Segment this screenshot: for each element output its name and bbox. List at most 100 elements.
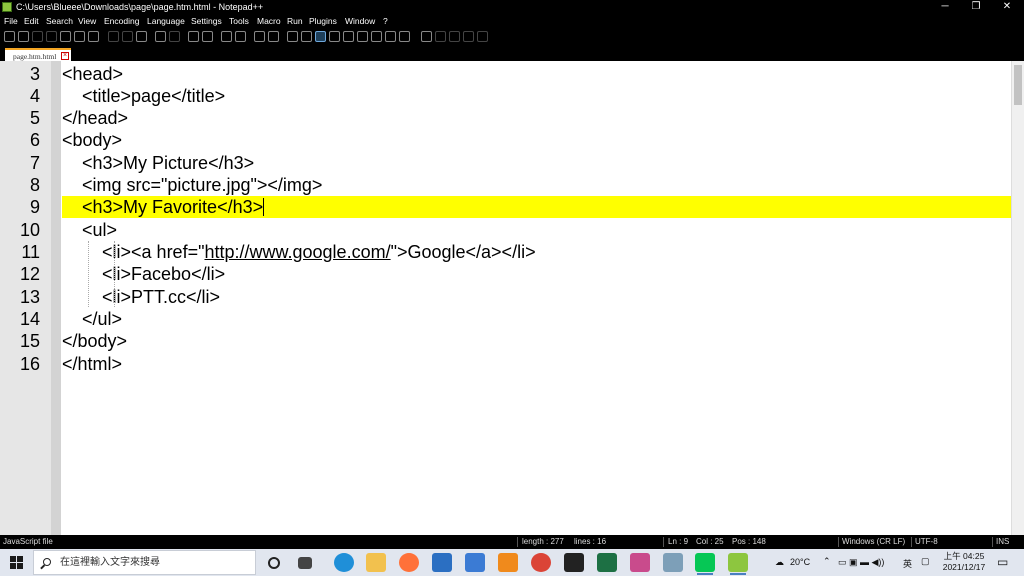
code-line[interactable]: <img src="picture.jpg"></img> <box>62 174 1011 196</box>
code-line[interactable]: <li>Facebo</li> <box>62 263 1011 285</box>
file-explorer-icon[interactable] <box>366 553 386 572</box>
code-line[interactable]: </html> <box>62 353 1011 375</box>
vertical-scrollbar[interactable] <box>1011 61 1024 535</box>
restore-button[interactable]: ❐ <box>961 0 991 14</box>
vlc-icon[interactable] <box>498 553 518 572</box>
tab-close-icon[interactable]: × <box>61 52 69 60</box>
line-icon[interactable] <box>695 553 715 575</box>
excel-icon[interactable] <box>597 553 617 572</box>
weather-icon[interactable]: ☁ <box>775 557 784 568</box>
code-line[interactable]: <body> <box>62 129 1011 151</box>
code-line[interactable]: <title>page</title> <box>62 85 1011 107</box>
close-button[interactable]: ✕ <box>992 0 1022 14</box>
copy-icon[interactable] <box>122 31 133 42</box>
ime-mode-icon[interactable]: ▢ <box>921 556 930 567</box>
minimize-button[interactable]: ─ <box>930 0 960 14</box>
record-macro-icon[interactable] <box>421 31 432 42</box>
clock[interactable]: 上午 04:25 2021/12/17 <box>938 551 990 573</box>
code-line[interactable]: <li><a href="http://www.google.com/">Goo… <box>62 241 1011 263</box>
line-ending[interactable]: Windows (CR LF) <box>842 535 905 549</box>
menu-window[interactable]: Window <box>345 14 375 28</box>
code-line[interactable]: </body> <box>62 330 1011 352</box>
menu-plugins[interactable]: Plugins <box>309 14 337 28</box>
fold-margin[interactable] <box>51 61 61 535</box>
task-view-icon[interactable] <box>268 557 280 569</box>
edge-icon[interactable] <box>334 553 354 572</box>
terminal-icon[interactable] <box>564 553 584 572</box>
chevron-up-icon[interactable]: ⌃ <box>823 556 831 567</box>
mail-icon[interactable] <box>432 553 452 572</box>
status-bar: JavaScript file length : 277 lines : 16 … <box>0 535 1024 549</box>
code-line[interactable]: <ul> <box>62 219 1011 241</box>
sync-horizontal-icon[interactable] <box>268 31 279 42</box>
word-wrap-icon[interactable] <box>287 31 298 42</box>
code-line[interactable]: <li>PTT.cc</li> <box>62 286 1011 308</box>
indent-guide-icon[interactable] <box>315 31 326 42</box>
save-macro-icon[interactable] <box>477 31 488 42</box>
ime-indicator[interactable]: 英 <box>903 557 912 570</box>
find-icon[interactable] <box>188 31 199 42</box>
menu-help[interactable]: ? <box>383 14 388 28</box>
editor[interactable]: 3 4 5 6 7 8 9 10 11 12 13 14 15 16 <head… <box>0 61 1024 535</box>
menu-view[interactable]: View <box>78 14 96 28</box>
cut-icon[interactable] <box>108 31 119 42</box>
notepad-plus-plus-taskbar-icon[interactable] <box>728 553 748 575</box>
insert-mode[interactable]: INS <box>996 535 1009 549</box>
menu-edit[interactable]: Edit <box>24 14 39 28</box>
scrollbar-thumb[interactable] <box>1014 65 1022 105</box>
notification-icon[interactable]: ▭ <box>997 555 1008 569</box>
replace-icon[interactable] <box>202 31 213 42</box>
play-macro-icon[interactable] <box>449 31 460 42</box>
doc-lines: lines : 16 <box>574 537 607 546</box>
code-line[interactable]: <head> <box>62 63 1011 85</box>
language-icon[interactable] <box>329 31 340 42</box>
folder-as-workspace-icon[interactable] <box>385 31 396 42</box>
taskbar-search[interactable]: 在這裡輸入文字來搜尋 <box>33 550 256 575</box>
weather-temp[interactable]: 20°C <box>790 557 810 567</box>
undo-icon[interactable] <box>155 31 166 42</box>
start-button[interactable] <box>10 556 23 569</box>
visio-icon[interactable] <box>663 553 683 572</box>
code-line[interactable]: <h3>My Picture</h3> <box>62 152 1011 174</box>
menu-file[interactable]: File <box>4 14 18 28</box>
show-all-characters-icon[interactable] <box>301 31 312 42</box>
new-file-icon[interactable] <box>4 31 15 42</box>
paste-icon[interactable] <box>136 31 147 42</box>
url-link[interactable]: http://www.google.com/ <box>204 242 390 262</box>
save-all-icon[interactable] <box>46 31 57 42</box>
sync-vertical-icon[interactable] <box>254 31 265 42</box>
menu-macro[interactable]: Macro <box>257 14 281 28</box>
chrome-icon[interactable] <box>531 553 551 572</box>
menu-tools[interactable]: Tools <box>229 14 249 28</box>
tab-page-htm-html[interactable]: page.htm.html × <box>5 48 71 61</box>
firefox-icon[interactable] <box>399 553 419 572</box>
widgets-icon[interactable] <box>298 557 312 569</box>
store-icon[interactable] <box>465 553 485 572</box>
current-code-line[interactable]: <h3>My Favorite</h3> <box>62 196 1011 218</box>
code-line[interactable]: </ul> <box>62 308 1011 330</box>
taskbar: 在這裡輸入文字來搜尋 ☁ 20°C ⌃ ▭ ▣ ▬ ◀)) 英 ▢ 上午 04:… <box>0 549 1024 576</box>
open-file-icon[interactable] <box>18 31 29 42</box>
close-file-icon[interactable] <box>60 31 71 42</box>
paint-icon[interactable] <box>630 553 650 572</box>
menu-search[interactable]: Search <box>46 14 73 28</box>
tray-icons[interactable]: ▭ ▣ ▬ ◀)) <box>838 557 884 568</box>
code-line[interactable]: </head> <box>62 107 1011 129</box>
run-macro-multiple-icon[interactable] <box>463 31 474 42</box>
print-icon[interactable] <box>88 31 99 42</box>
menu-encoding[interactable]: Encoding <box>104 14 139 28</box>
close-all-icon[interactable] <box>74 31 85 42</box>
encoding[interactable]: UTF-8 <box>915 535 938 549</box>
menu-run[interactable]: Run <box>287 14 303 28</box>
menu-settings[interactable]: Settings <box>191 14 222 28</box>
monitoring-icon[interactable] <box>399 31 410 42</box>
stop-macro-icon[interactable] <box>435 31 446 42</box>
zoom-in-icon[interactable] <box>221 31 232 42</box>
redo-icon[interactable] <box>169 31 180 42</box>
zoom-out-icon[interactable] <box>235 31 246 42</box>
save-icon[interactable] <box>32 31 43 42</box>
function-list-icon[interactable] <box>371 31 382 42</box>
menu-language[interactable]: Language <box>147 14 185 28</box>
document-list-icon[interactable] <box>357 31 368 42</box>
document-map-icon[interactable] <box>343 31 354 42</box>
